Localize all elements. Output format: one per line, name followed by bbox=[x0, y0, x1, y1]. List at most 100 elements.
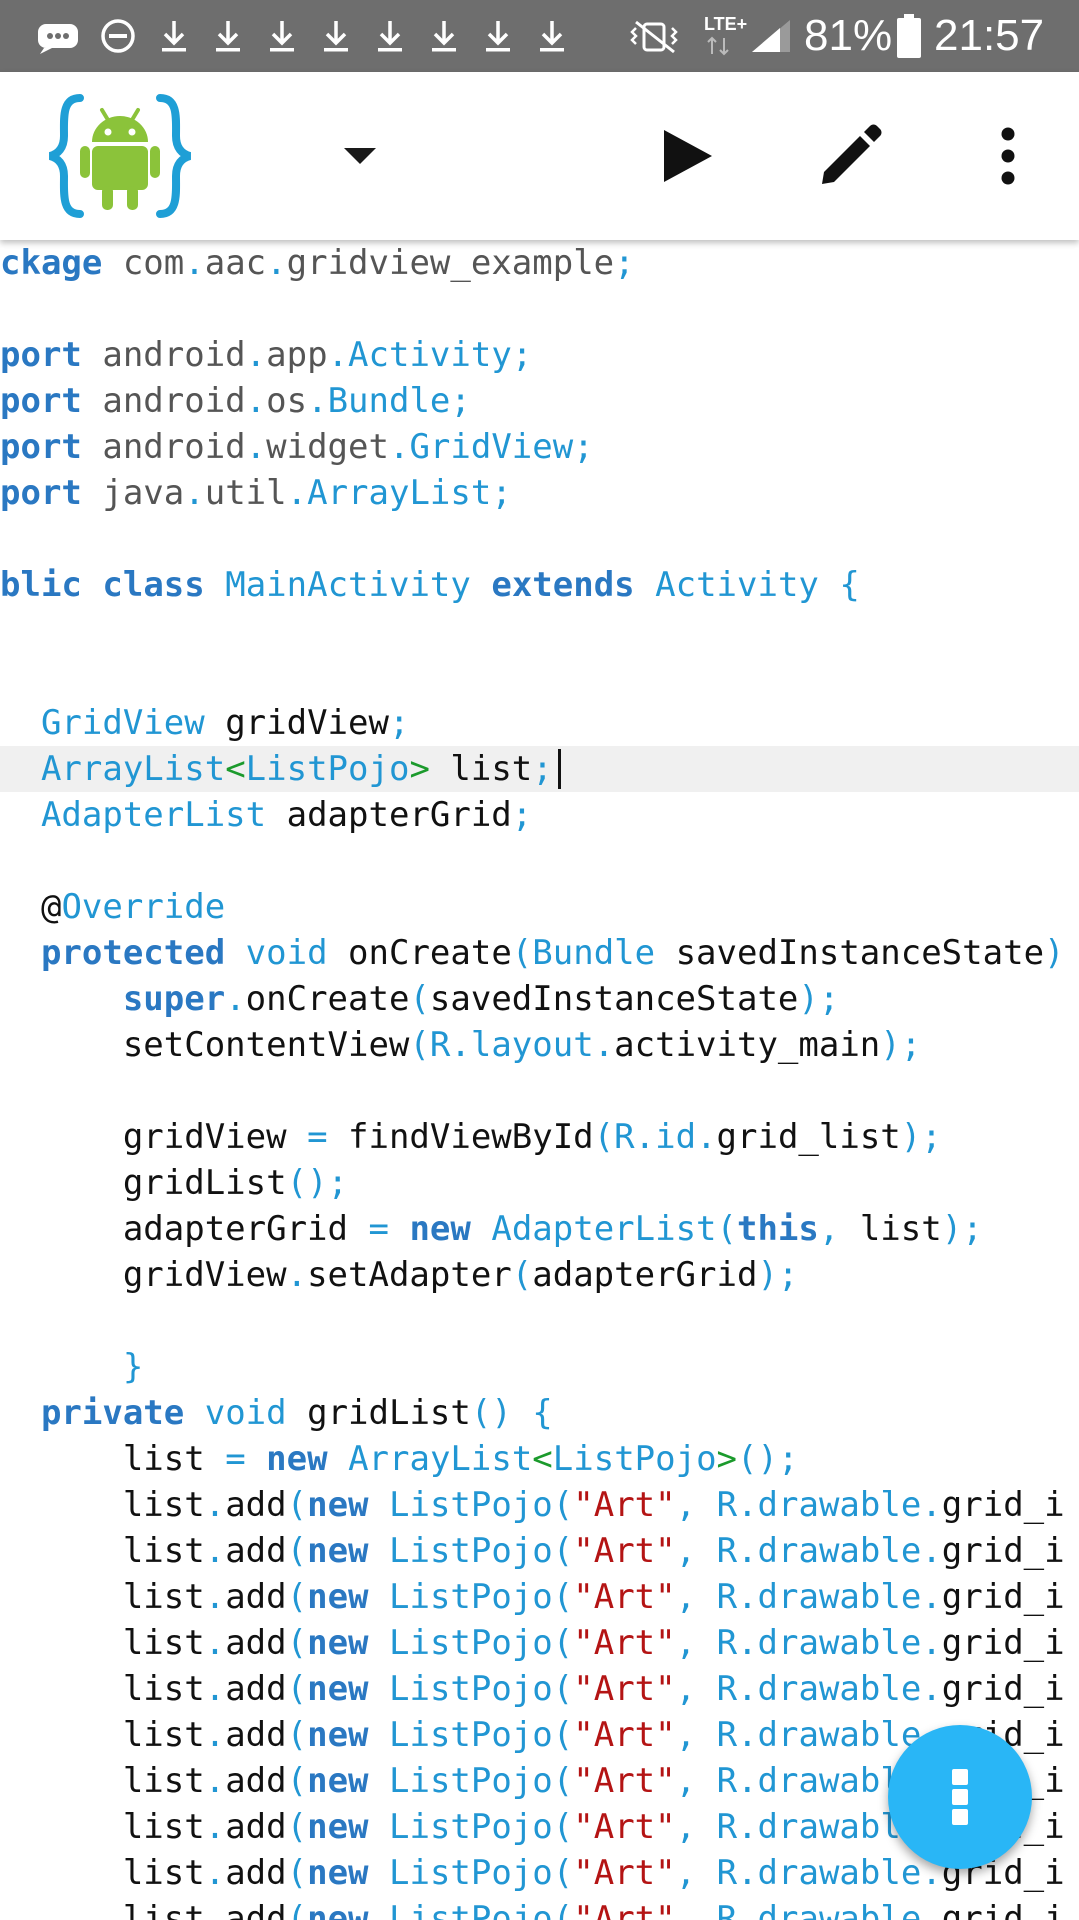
code-line[interactable]: @Override bbox=[0, 884, 225, 930]
code-line[interactable]: setContentView(R.layout.activity_main); bbox=[0, 1022, 921, 1068]
code-token: list bbox=[122, 1623, 205, 1663]
code-line[interactable]: AdapterList adapterGrid; bbox=[0, 792, 532, 838]
code-line[interactable]: protected void onCreate(Bundle savedInst… bbox=[0, 930, 1065, 976]
code-token: list bbox=[122, 1669, 205, 1709]
code-token: list bbox=[839, 1209, 942, 1249]
code-token: ArrayList bbox=[40, 749, 226, 789]
code-token: grid_i bbox=[941, 1669, 1065, 1709]
code-token: . bbox=[225, 979, 246, 1019]
code-token: ListPojo bbox=[552, 1439, 717, 1479]
app-logo-icon[interactable] bbox=[46, 92, 194, 220]
caret-down-icon[interactable] bbox=[340, 142, 380, 170]
code-line[interactable]: list = new ArrayList<ListPojo>(); bbox=[0, 1436, 799, 1482]
code-token: ; bbox=[388, 703, 410, 743]
code-line[interactable]: gridView = findViewById(R.id.grid_list); bbox=[0, 1114, 942, 1160]
code-token: = bbox=[307, 1117, 328, 1157]
code-line[interactable]: list.add(new ListPojo("Art", R.drawable.… bbox=[0, 1528, 1065, 1574]
code-line[interactable]: list.add(new ListPojo("Art", R.drawable.… bbox=[0, 1896, 1065, 1920]
code-line[interactable]: ckage com.aac.gridview_example; bbox=[0, 240, 635, 286]
code-token: ListPojo( bbox=[389, 1761, 574, 1801]
download-icon bbox=[216, 21, 240, 52]
code-token: () bbox=[470, 1393, 512, 1433]
code-line[interactable]: } bbox=[0, 1344, 143, 1390]
code-token: os bbox=[266, 381, 308, 421]
code-token: new bbox=[307, 1577, 369, 1617]
code-token: setContentView bbox=[122, 1025, 410, 1065]
code-token: ( bbox=[286, 1531, 308, 1571]
code-token: "Art" bbox=[573, 1853, 676, 1893]
more-vert-icon[interactable] bbox=[990, 124, 1026, 188]
code-token: aac bbox=[204, 243, 267, 283]
code-token: grid_i bbox=[941, 1623, 1065, 1663]
code-token: . bbox=[696, 1117, 717, 1157]
code-token: . bbox=[634, 1117, 656, 1157]
code-token: this bbox=[736, 1209, 819, 1249]
code-editor[interactable]: ckage com.aac.gridview_example;port andr… bbox=[0, 240, 1079, 1920]
code-line[interactable]: list.add(new ListPojo("Art", R.drawable.… bbox=[0, 1850, 1065, 1896]
code-token: new bbox=[307, 1807, 369, 1847]
code-token: ; bbox=[573, 427, 594, 467]
code-token: list bbox=[429, 749, 533, 789]
code-line[interactable]: port android.os.Bundle; bbox=[0, 378, 471, 424]
code-token: , bbox=[675, 1715, 697, 1755]
code-token: new bbox=[307, 1715, 369, 1755]
code-token: . bbox=[204, 1761, 226, 1801]
code-token: Bundle bbox=[327, 381, 451, 421]
code-token: . bbox=[245, 427, 267, 467]
code-line[interactable]: port java.util.ArrayList; bbox=[0, 470, 512, 516]
code-token: "Art" bbox=[573, 1623, 676, 1663]
code-token: ArrayList bbox=[348, 1439, 533, 1479]
code-token: add bbox=[225, 1669, 287, 1709]
code-token: util bbox=[204, 473, 287, 513]
code-token: } bbox=[122, 1347, 144, 1387]
code-line[interactable]: ArrayList<ListPojo> list; bbox=[0, 746, 553, 792]
code-line[interactable]: list.add(new ListPojo("Art", R.drawable.… bbox=[0, 1482, 1065, 1528]
code-token: < bbox=[532, 1439, 553, 1479]
status-bar: LTE+ 81% 21:57 bbox=[0, 0, 1079, 72]
code-token: new bbox=[307, 1761, 369, 1801]
code-line[interactable]: gridList(); bbox=[0, 1160, 348, 1206]
code-token: "Art" bbox=[573, 1577, 676, 1617]
code-token: , bbox=[675, 1485, 697, 1525]
code-token: ( bbox=[286, 1715, 308, 1755]
code-line[interactable]: gridView.setAdapter(adapterGrid); bbox=[0, 1252, 799, 1298]
code-token: savedInstanceState bbox=[429, 979, 799, 1019]
code-line[interactable]: list.add(new ListPojo("Art", R.drawable.… bbox=[0, 1620, 1065, 1666]
code-line[interactable]: list.add(new ListPojo("Art", R.drawable.… bbox=[0, 1574, 1065, 1620]
code-token: . bbox=[327, 335, 349, 375]
download-icon bbox=[432, 21, 456, 52]
code-token: layout bbox=[470, 1025, 594, 1065]
pencil-icon[interactable] bbox=[818, 122, 884, 188]
code-token: ); bbox=[757, 1255, 799, 1295]
code-line[interactable]: adapterGrid = new AdapterList(this, list… bbox=[0, 1206, 983, 1252]
code-line[interactable]: blic class MainActivity extends Activity… bbox=[0, 562, 860, 608]
code-line[interactable]: port android.widget.GridView; bbox=[0, 424, 594, 470]
code-token: . bbox=[204, 1853, 226, 1893]
code-line[interactable]: super.onCreate(savedInstanceState); bbox=[0, 976, 840, 1022]
code-token: . bbox=[737, 1807, 758, 1847]
code-token: R bbox=[716, 1853, 738, 1893]
code-line[interactable]: list.add(new ListPojo("Art", R.drawable.… bbox=[0, 1666, 1065, 1712]
code-token: @ bbox=[40, 887, 62, 927]
code-token: , bbox=[675, 1669, 697, 1709]
code-line[interactable]: port android.app.Activity; bbox=[0, 332, 532, 378]
code-line[interactable]: GridView gridView; bbox=[0, 700, 409, 746]
code-token: list bbox=[122, 1761, 205, 1801]
code-line[interactable]: private void gridList() { bbox=[0, 1390, 553, 1436]
fab-more-button[interactable] bbox=[888, 1725, 1032, 1869]
play-icon[interactable] bbox=[656, 126, 716, 186]
code-token: . bbox=[286, 473, 308, 513]
code-token: Activity bbox=[655, 565, 819, 605]
code-token: add bbox=[225, 1807, 287, 1847]
